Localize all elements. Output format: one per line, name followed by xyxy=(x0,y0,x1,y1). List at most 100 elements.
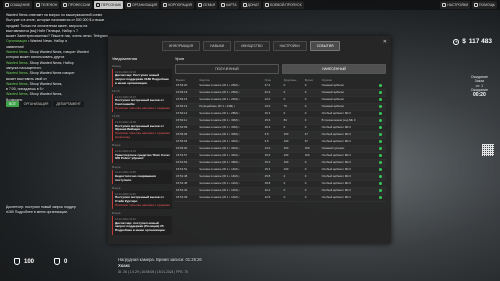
window-tab[interactable]: НАВЫКИ xyxy=(203,41,232,51)
damage-subtab[interactable]: ПОЛУЧЕННЫЙ xyxy=(175,64,279,74)
table-cell: 15:51:51 xyxy=(175,166,199,174)
table-row[interactable]: 15:52:19 Человек в маске (ID 1 • 26M) • 22… xyxy=(175,89,386,97)
top-nav: СО&ЩЕНИЕ ТЕЛЕФОН ПРОФЕССИИ ПЕРСОНАЖ ОРГАНИЗА… xyxy=(0,0,500,10)
nav-item[interactable]: ТЕЛЕФОН xyxy=(33,1,60,9)
table-cell: Газовый арбалет xyxy=(320,89,378,97)
status-dot-icon xyxy=(378,174,382,178)
table-cell: 15:52:06 xyxy=(175,131,199,139)
nav-item[interactable]: КАРТА xyxy=(219,1,239,9)
nav-item-label: ДОНАТ xyxy=(247,3,260,7)
table-row[interactable]: 15:52:06 Человек в маске (ID 1 • 30M) • 3.… xyxy=(175,131,386,139)
table-cell: 18.8 xyxy=(263,180,283,188)
status-dot-icon xyxy=(378,181,382,185)
table-row[interactable]: 15:52:00 Человек в маске (ID 1 • 34M) • 14… xyxy=(175,145,386,153)
nav-item[interactable]: ОРГАНИЗАЦИЯ xyxy=(125,1,160,9)
table-row[interactable]: 15:51:54 Человек в маске (ID 1 • 39M) • 15… xyxy=(175,159,386,167)
table-cell: 0 xyxy=(282,96,304,104)
table-cell: Человек в маске (ID 1 • 24M) • xyxy=(198,96,264,104)
table-cell: 16.2 xyxy=(263,124,283,132)
status-dot-icon xyxy=(378,167,382,171)
table-cell: 15:51:48 xyxy=(175,173,199,181)
table-cell: 15.6 xyxy=(263,117,283,125)
window-tab[interactable]: ИМУЩЕСТВО xyxy=(234,41,270,51)
qr-code-icon xyxy=(482,144,494,156)
table-row[interactable]: 15:52:11 Человек в маске (ID 1 • 30M) • 15… xyxy=(175,117,386,125)
table-cell xyxy=(377,138,386,146)
damage-table: Время Жертва Урон Здоровье Броня Оружие 15:52… xyxy=(175,77,386,202)
notification-day: 13:06 xyxy=(112,114,120,119)
table-cell: 15.6 xyxy=(263,152,283,160)
nav-item[interactable]: НАСТРОЙКИ xyxy=(440,1,471,9)
table-row[interactable]: 15:51:51 Человек в маске (ID 1 • 14M) • 15… xyxy=(175,166,386,174)
nav-item[interactable]: ПЕРСОНАЖ xyxy=(94,1,124,9)
table-cell: Человек в маске (ID 1 • 30M) • xyxy=(198,124,264,132)
job-timer: Ожидание Заказ от: 1 Ожидание 00:20 xyxy=(471,75,488,97)
nav-item[interactable]: СЕМЬЯ xyxy=(195,1,218,9)
add-money-icon[interactable]: + xyxy=(453,38,460,45)
table-cell: Особый арбалет Mk II xyxy=(320,194,378,202)
table-cell: Газовый арбалет xyxy=(320,103,378,111)
nav-item[interactable]: ДОНАТ xyxy=(240,1,262,9)
chat-tab[interactable]: ВСЁ xyxy=(6,101,19,107)
chat-tab[interactable]: ДЕПАРТАМЕНТ xyxy=(53,101,84,107)
money-currency: $ xyxy=(462,38,466,45)
table-cell xyxy=(377,180,386,188)
notification-card[interactable]: 13.01.2024 13:23 Диспетчер: Поступил новы… xyxy=(112,69,172,88)
chat-text: выставляются [вы] Нэйт Пелецки, Набор ч … xyxy=(6,28,79,33)
status-dot-icon xyxy=(378,104,382,108)
nav-icon xyxy=(442,3,447,7)
character-window: ✕ ИНФОРМАЦИЯ НАВЫКИ ИМУЩЕСТВО НАСТРОЙКИ СОБЫ… xyxy=(108,36,391,244)
table-row[interactable]: 15:52:13 Полицейские (ID 1 • 24M) • 13.0 70… xyxy=(175,103,386,111)
notification-day: Вчера xyxy=(112,186,121,191)
table-row[interactable]: 15:52:03 Человек в маске (ID 1 • 34M) • 3.… xyxy=(175,138,386,146)
table-cell: 3.5 xyxy=(263,131,283,139)
nav-item[interactable]: ПРОФЕССИИ xyxy=(61,1,93,9)
nav-icon xyxy=(127,3,132,7)
nav-item[interactable]: КОРПОРАЦИЯ xyxy=(161,1,194,9)
notification-card[interactable]: 13.01.2024 13:15 Поступил экстренный вызо… xyxy=(112,94,172,113)
chat-tab[interactable]: ОРГАНИЗАЦИЯ xyxy=(20,101,52,107)
notification-card[interactable]: 12.01.2024 11:20 Поступил экстренный вызо… xyxy=(112,191,172,210)
damage-panel: Урон ПОЛУЧЕННЫЙ НАНЕСЕННЫЙ Время Жертва Уро… xyxy=(175,56,386,240)
notification-card[interactable]: 12.01.2024 11:58 Недостаточно снаряжения … xyxy=(112,169,172,185)
table-cell: 0 xyxy=(282,110,304,118)
table-cell: 0 xyxy=(282,180,304,188)
table-row[interactable]: 15:52:15 Человек в маске (ID 1 • 24M) • 12… xyxy=(175,96,386,104)
table-cell: Газовый арбалет xyxy=(320,96,378,104)
chat-text: запуска насыщенного xyxy=(6,65,42,70)
window-tab[interactable]: СОБЫТИЯ xyxy=(309,41,341,51)
table-cell: Человек в маске (ID 1 • 14M) • xyxy=(198,180,264,188)
notification-reason: Причина: попытка насилия с оружием xyxy=(115,106,170,111)
table-row[interactable]: 15:51:42 Человек в маске (ID 1 • 14M) • 16… xyxy=(175,187,386,195)
chat-text: может выставить свой от xyxy=(6,76,47,81)
table-cell xyxy=(377,89,386,97)
notification-card[interactable]: 13.01.2024 13:06 Поступил экстренный вызо… xyxy=(112,119,172,142)
notifications-panel: Уведомления Назад 13.01.2024 13:23 Диспетч… xyxy=(112,56,172,240)
nav-item[interactable]: ПОМОЩЬ xyxy=(472,1,497,9)
table-row[interactable]: 15:51:57 Человек в маске (ID 1 • 34M) • 15… xyxy=(175,152,386,160)
table-row[interactable]: 15:51:39 Человек в маске (ID 1 • 14M) • 12… xyxy=(175,194,386,202)
notification-card[interactable]: 12.01.2024 10:42 Диспетчер: поступил новы… xyxy=(112,216,172,235)
notification-card[interactable]: 12.01.2024 12:34 Транспортное средство 'R… xyxy=(112,148,172,163)
damage-subtab[interactable]: НАНЕСЕННЫЙ xyxy=(282,64,386,74)
nav-item[interactable]: БОЕВОЙ ПРОПУСК xyxy=(263,1,304,9)
chat-log: Wanted News отвечает на вопрос по вышеук… xyxy=(6,13,118,103)
window-tab[interactable]: НАСТРОЙКИ xyxy=(272,41,307,51)
status-dot-icon xyxy=(378,125,382,129)
table-cell: 15:52:19 xyxy=(175,89,199,97)
nav-item[interactable]: СО&ЩЕНИЕ xyxy=(3,1,32,9)
chat-highlight: Wanted News, xyxy=(6,71,29,76)
table-cell xyxy=(377,166,386,174)
nav-icon xyxy=(35,3,40,7)
table-row[interactable]: 15:52:09 Человек в маске (ID 1 • 30M) • 16… xyxy=(175,124,386,132)
table-cell: Особый арбалет Mk II xyxy=(320,180,378,188)
chat-highlight: Wanted News, xyxy=(6,81,29,86)
close-icon[interactable]: ✕ xyxy=(383,39,387,45)
table-cell: Человек в маске (ID 1 • 14M) • xyxy=(198,194,264,202)
table-row[interactable]: 15:52:12 Человек в маске (ID 1 • 28M) • 16… xyxy=(175,110,386,118)
table-row[interactable]: 15:51:48 Человек в маске (ID 1 • 14M) • 15… xyxy=(175,173,386,181)
window-tab[interactable]: ИНФОРМАЦИЯ xyxy=(162,41,201,51)
table-row[interactable]: 15:51:45 Человек в маске (ID 1 • 14M) • 18… xyxy=(175,180,386,188)
damage-title: Урон xyxy=(175,56,185,61)
nav-item-label: СЕМЬЯ xyxy=(202,3,216,7)
